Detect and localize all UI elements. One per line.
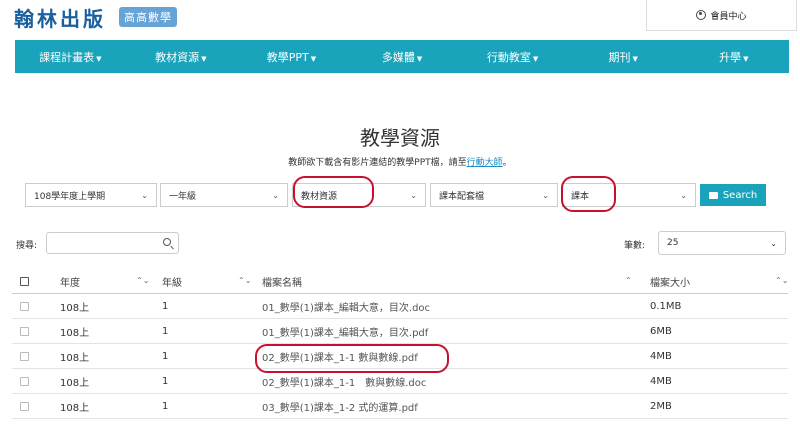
nav-item-course-plan[interactable]: 課程計畫表 ▼ [15,49,126,65]
term-select[interactable]: 108學年度上學期 ⌄ [25,183,157,207]
row-checkbox[interactable] [20,376,29,386]
table-row[interactable]: 108上 1 01_數學(1)課本_編輯大意，目次.pdf 6MB [12,319,788,344]
search-label: 搜尋: [16,241,38,251]
cell-filename[interactable]: 01_數學(1)課本_編輯大意，目次.pdf [262,319,428,343]
annotation-oval-book [561,176,616,212]
chevron-down-icon: ⌄ [141,190,148,200]
folder-icon [708,191,718,199]
pagesize-value: 25 [667,238,679,248]
annotation-oval-resource [293,176,374,208]
cell-size: 4MB [650,375,672,387]
cell-size: 0.1MB [650,300,682,312]
subtitle-end: 。 [502,158,512,168]
chevron-down-icon: ⌄ [770,238,777,248]
nav-label: 升學 [719,50,742,64]
subtitle-text: 教師欲下載含有影片連結的教學PPT檔，請至 [288,158,467,168]
caret-down-icon: ▼ [532,54,539,63]
cell-year: 108上 [60,327,90,339]
nav-label: 多媒體 [381,50,415,64]
page-subtitle: 教師欲下載含有影片連結的教學PPT檔，請至行動大師。 [0,155,800,168]
row-checkbox[interactable] [20,351,29,361]
caret-down-icon: ▼ [632,54,638,63]
cell-grade: 1 [162,300,169,312]
cell-year: 108上 [60,302,90,314]
category-select-value: 課本配套檔 [439,191,485,202]
chevron-down-icon: ⌄ [680,190,687,200]
nav-label: 行動教室 [486,50,531,64]
nav-item-admission[interactable]: 升學 ▼ [678,49,789,65]
term-select-value: 108學年度上學期 [34,191,106,202]
cell-grade: 1 [162,400,169,412]
caret-down-icon: ▼ [96,54,102,63]
col-year[interactable]: 年度 [60,270,80,293]
nav-item-materials[interactable]: 教材資源 ▼ [126,49,237,65]
brand-logo[interactable]: 翰林出版 [14,3,106,32]
cell-size: 4MB [650,350,672,362]
member-center-button[interactable]: 會員中心 [646,0,797,31]
category-select[interactable]: 課本配套檔 ⌄ [430,183,558,207]
search-icon [163,238,171,246]
col-filename[interactable]: 檔案名稱 [262,270,302,293]
row-checkbox[interactable] [20,301,29,311]
site-badge: 高高數學 [119,7,177,27]
user-icon [696,10,707,20]
mobile-master-link[interactable]: 行動大師 [467,158,503,168]
page-title: 教學資源 [360,126,440,150]
cell-filename[interactable]: 01_數學(1)課本_編輯大意，目次.doc [262,294,430,318]
cell-grade: 1 [162,350,169,362]
sort-icon[interactable]: ⌃⌄ [775,276,788,285]
table-row[interactable]: 108上 1 01_數學(1)課本_編輯大意，目次.doc 0.1MB [12,294,788,319]
cell-grade: 1 [162,375,169,387]
cell-filename[interactable]: 03_數學(1)課本_1-2 式的運算.pdf [262,394,418,418]
select-all-checkbox[interactable] [20,277,29,286]
cell-size: 6MB [650,325,672,337]
chevron-down-icon: ⌄ [542,190,549,200]
cell-year: 108上 [60,377,90,389]
cell-year: 108上 [60,402,90,414]
main-nav: 課程計畫表 ▼ 教材資源 ▼ 教學PPT ▼ 多媒體 ▼ 行動教室 ▼ 期刊 ▼ 升學 ▼ [15,40,789,73]
search-button-label: Search [722,189,758,201]
row-checkbox-cell [20,394,29,418]
chevron-down-icon: ⌄ [410,190,417,200]
caret-down-icon: ▼ [416,54,423,63]
row-checkbox[interactable] [20,326,29,336]
grade-select-value: 一年級 [169,191,197,202]
nav-label: 期刊 [608,50,631,64]
row-checkbox-cell [20,319,29,343]
sort-icon[interactable]: ⌃⌄ [238,276,251,285]
nav-item-mobile-class[interactable]: 行動教室 ▼ [457,49,568,65]
cell-grade: 1 [162,325,169,337]
caret-down-icon: ▼ [743,54,749,63]
select-all-cell [20,270,29,293]
col-grade[interactable]: 年級 [162,270,182,293]
member-center-label: 會員中心 [710,11,747,22]
chevron-down-icon: ⌄ [272,190,279,200]
cell-year: 108上 [60,352,90,364]
row-checkbox-cell [20,294,29,318]
annotation-oval-file [255,344,449,373]
table-header-row: 年度 ⌃⌄ 年級 ⌃⌄ 檔案名稱 ⌃ 檔案大小 ⌃⌄ [12,270,788,294]
grade-select[interactable]: 一年級 ⌄ [160,183,288,207]
row-checkbox-cell [20,369,29,393]
row-checkbox-cell [20,344,29,368]
table-row[interactable]: 108上 1 03_數學(1)課本_1-2 式的運算.pdf 2MB [12,394,788,419]
pagesize-label: 筆數: [624,241,646,251]
sort-icon[interactable]: ⌃⌄ [136,276,149,285]
nav-item-journal[interactable]: 期刊 ▼ [568,49,679,65]
search-input[interactable] [46,232,179,254]
row-checkbox[interactable] [20,401,29,411]
nav-item-multimedia[interactable]: 多媒體 ▼ [347,49,458,65]
nav-label: 教學PPT [266,50,309,64]
sort-asc-icon[interactable]: ⌃ [625,276,632,285]
cell-size: 2MB [650,400,672,412]
nav-label: 教材資源 [155,50,200,64]
nav-item-ppt[interactable]: 教學PPT ▼ [236,49,347,65]
top-bar: 翰林出版 高高數學 會員中心 [0,0,800,32]
col-size[interactable]: 檔案大小 [650,270,690,293]
caret-down-icon: ▼ [201,54,207,63]
nav-label: 課程計畫表 [39,50,95,64]
search-button[interactable]: Search [700,184,766,206]
pagesize-select[interactable]: 25 ⌄ [658,231,786,255]
caret-down-icon: ▼ [310,54,317,63]
